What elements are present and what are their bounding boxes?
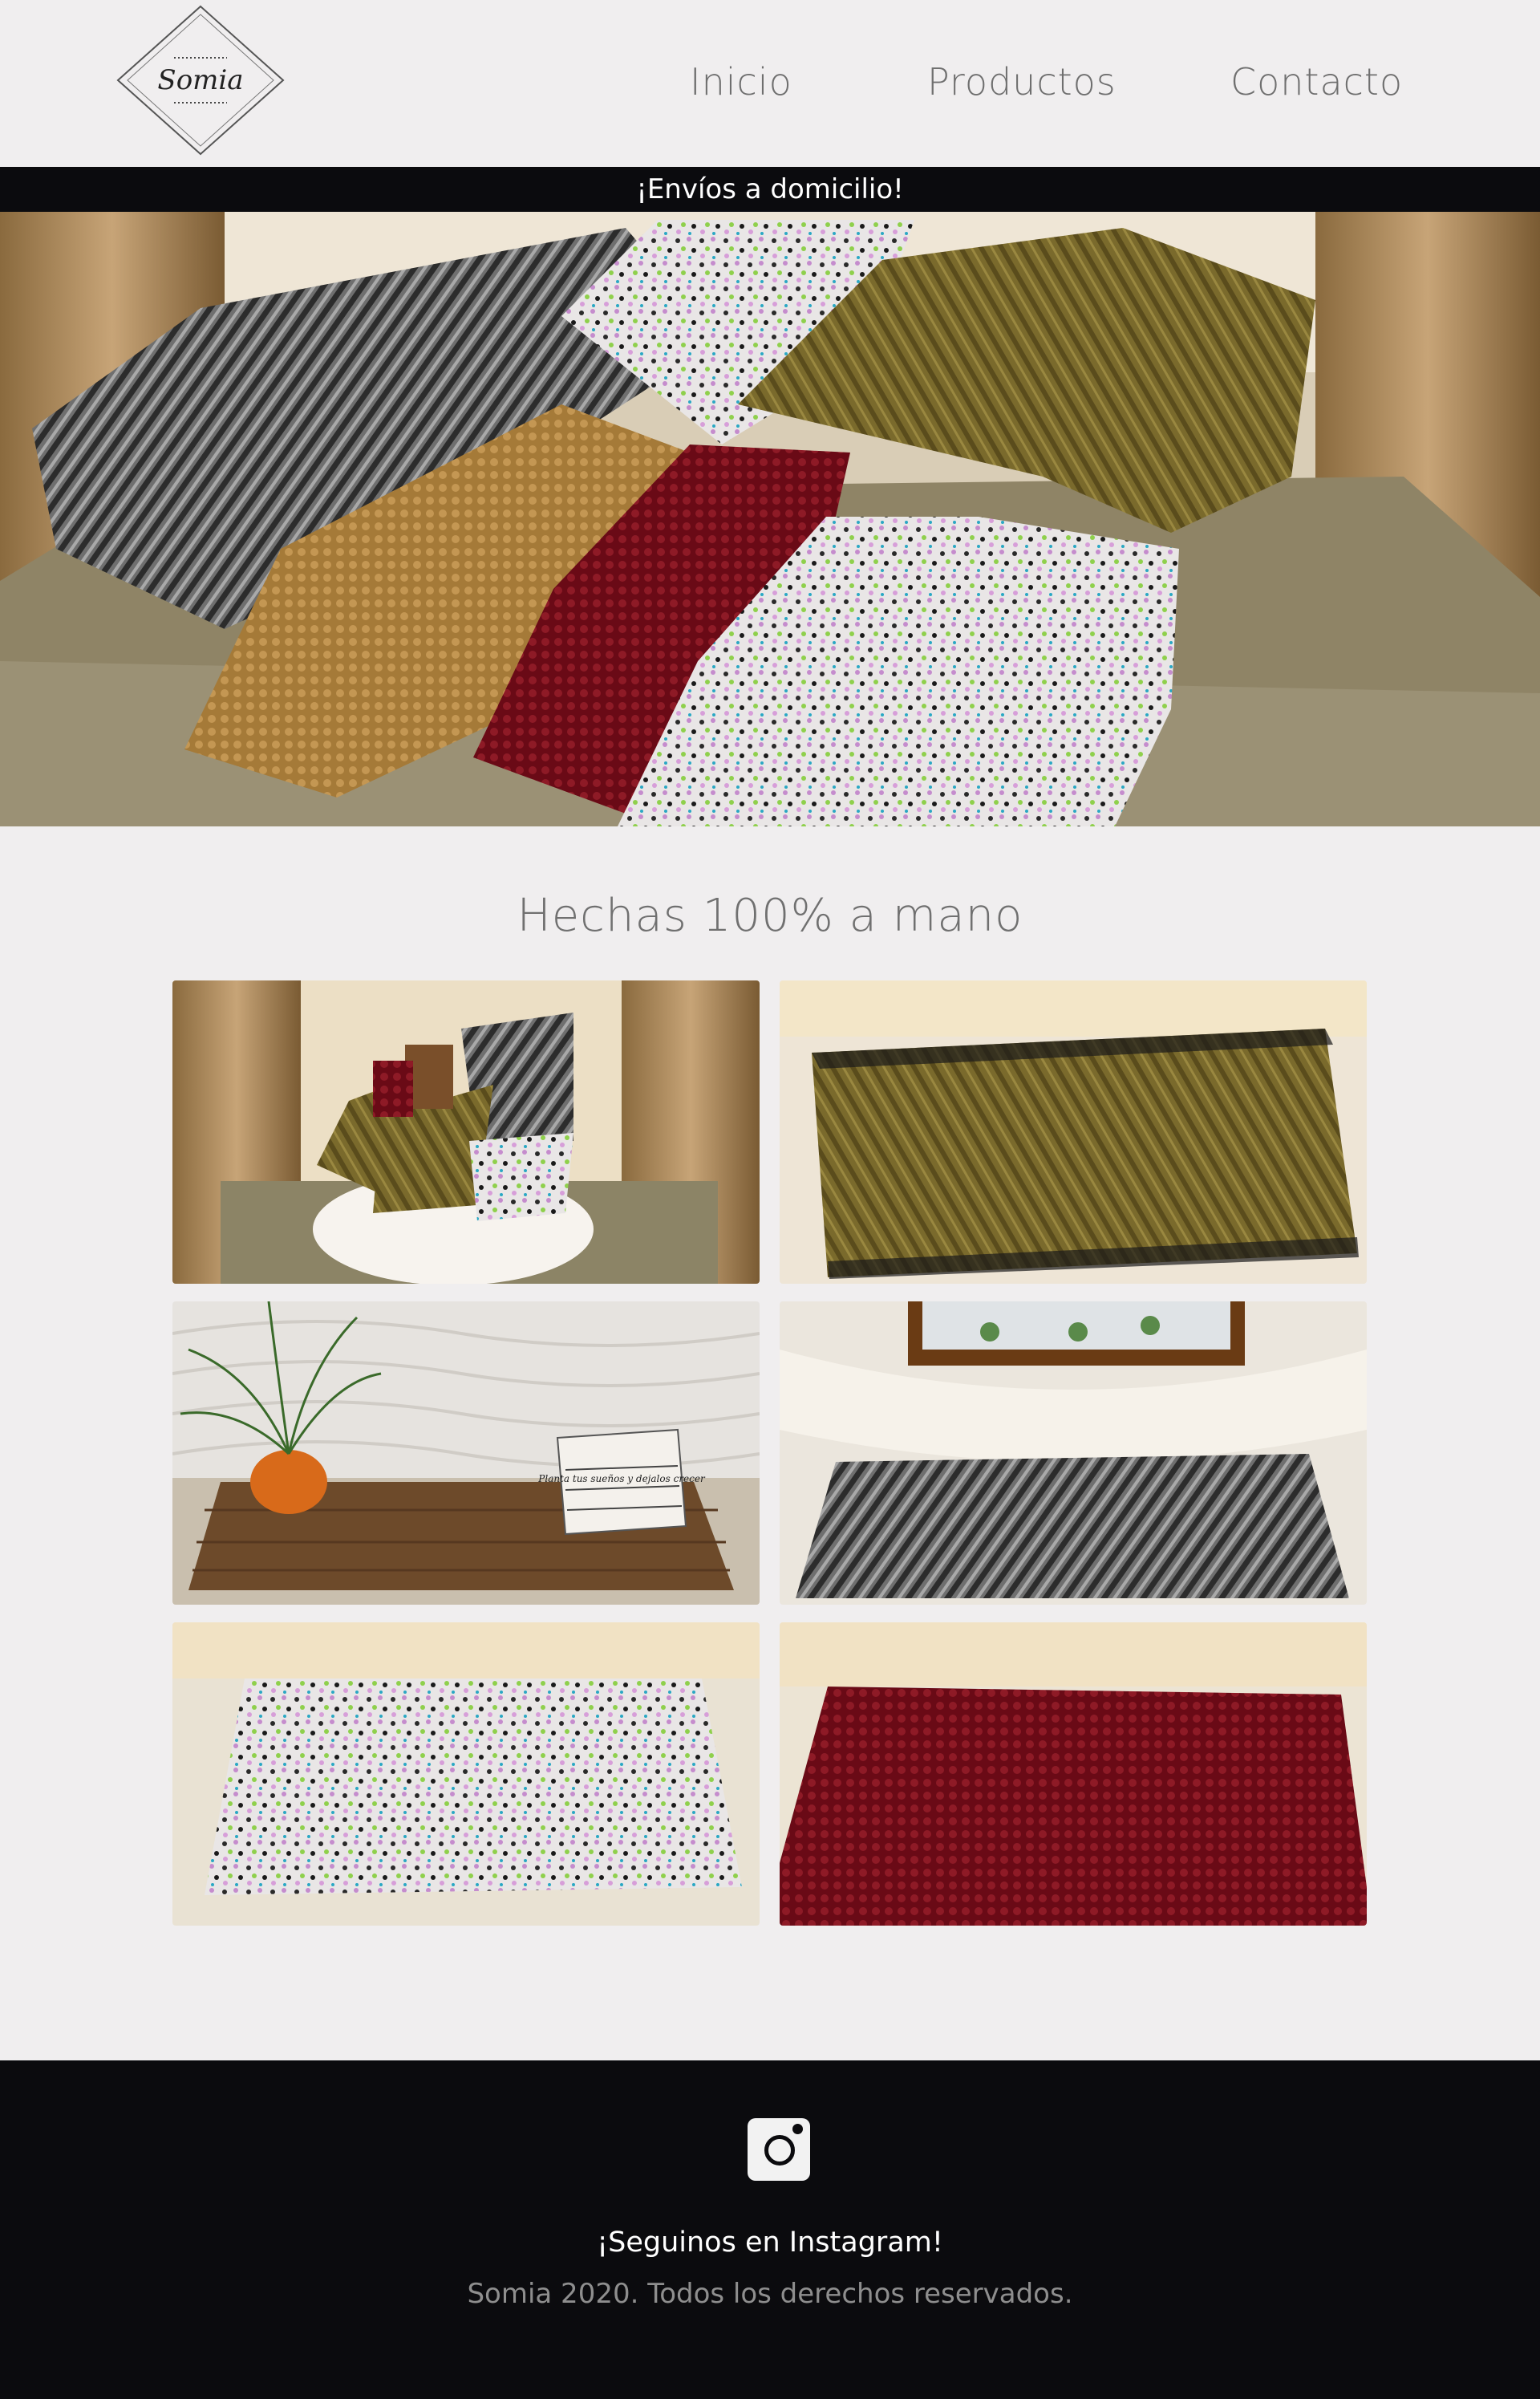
logo-diamond-icon: Somia bbox=[116, 5, 285, 156]
nav-contacto[interactable]: Contacto bbox=[1230, 56, 1403, 108]
copyright-text: Somia 2020. Todos los derechos reservado… bbox=[467, 2278, 1073, 2310]
gallery-image-gray-shag-rug[interactable] bbox=[780, 1301, 1367, 1605]
site-footer: ¡Seguinos en Instagram! Somia 2020. Todo… bbox=[0, 2060, 1540, 2399]
instagram-dot bbox=[792, 2124, 803, 2134]
logo-text: Somia bbox=[157, 64, 243, 96]
gallery-image-brown-shag-rug[interactable] bbox=[780, 980, 1367, 1284]
instagram-lens bbox=[764, 2135, 795, 2166]
nav-productos[interactable]: Productos bbox=[927, 56, 1116, 108]
gallery-image-rug-collection[interactable] bbox=[172, 980, 760, 1284]
gallery-image-brown-crochet-rug[interactable]: Planta tus sueños y dejalos crecer bbox=[172, 1301, 760, 1605]
hero-image bbox=[0, 212, 1540, 826]
somia-logo[interactable]: Somia bbox=[116, 5, 285, 156]
instagram-icon[interactable] bbox=[748, 2118, 810, 2181]
crate-sign-text: Planta tus sueños y dejalos crecer bbox=[537, 1473, 706, 1484]
site-header: Somia Inicio Productos Contacto bbox=[0, 0, 1540, 167]
section-title: Hechas 100% a mano bbox=[517, 890, 1023, 942]
gallery-image-red-crochet-rug[interactable] bbox=[780, 1622, 1367, 1926]
instagram-follow-link[interactable]: ¡Seguinos en Instagram! bbox=[0, 2222, 1540, 2263]
announcement-bar: ¡Envíos a domicilio! bbox=[0, 167, 1540, 212]
nav-inicio[interactable]: Inicio bbox=[690, 56, 792, 108]
gallery-image-multicolor-rug[interactable] bbox=[172, 1622, 760, 1926]
